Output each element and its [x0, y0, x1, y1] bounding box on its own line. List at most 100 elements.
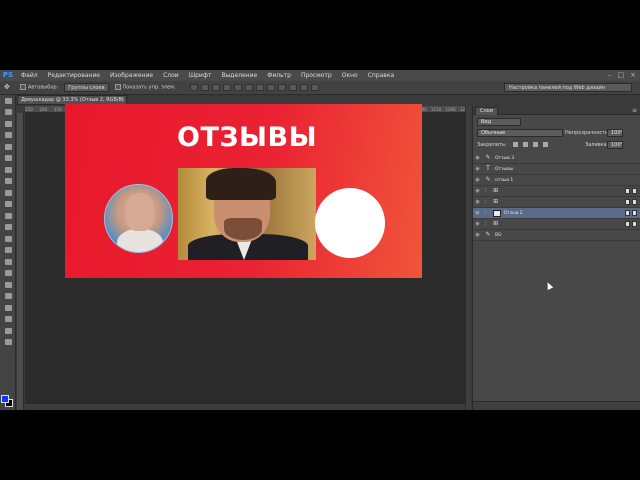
lock-transparency-icon[interactable] [513, 142, 518, 147]
workspace-dropdown[interactable]: Настройка панелей под Web дизайн [504, 83, 632, 92]
auto-select-dropdown[interactable]: Группы слоев [64, 83, 109, 92]
photo-hair [206, 168, 276, 200]
menu-edit[interactable]: Редактирование [43, 72, 105, 79]
opacity-input[interactable]: 100% [607, 129, 623, 137]
lock-all-icon[interactable] [543, 142, 548, 147]
eyedropper-tool-icon[interactable] [0, 153, 16, 165]
menu-layers[interactable]: Слои [158, 72, 184, 79]
lock-icons [513, 142, 548, 147]
move-tool-icon[interactable] [0, 95, 16, 107]
layer-mask-icons [625, 199, 637, 205]
stamp-tool-icon[interactable] [0, 187, 16, 199]
fill-input[interactable]: 100% [607, 141, 623, 149]
layers-tab[interactable]: Слои [475, 107, 498, 115]
review-avatar-left[interactable] [104, 184, 173, 253]
close-button[interactable]: × [630, 70, 636, 81]
menu-help[interactable]: Справка [363, 72, 399, 79]
auto-select-checkbox[interactable]: Автовыбор: [20, 84, 58, 91]
pen-tool-icon[interactable] [0, 256, 16, 268]
layers-panel-tabbar: Слои ≡ [473, 106, 640, 115]
lock-pixels-icon[interactable] [523, 142, 528, 147]
quick-select-tool-icon[interactable] [0, 130, 16, 142]
distribute-right-icon[interactable] [310, 84, 319, 91]
grid-icon: ⊞ [493, 198, 499, 205]
hand-tool-icon[interactable] [0, 302, 16, 314]
distribute-center-icon[interactable] [299, 84, 308, 91]
layer-thumbnail[interactable] [492, 209, 501, 217]
move-tool-icon[interactable]: ✥ [4, 83, 14, 92]
blend-mode-dropdown[interactable]: Обычные [477, 129, 563, 137]
layer-row[interactable]: ◉ ⁝ ⊞ [473, 186, 640, 197]
extra-tool-2-icon[interactable] [0, 337, 16, 349]
distribute-middle-icon[interactable] [266, 84, 275, 91]
menu-view[interactable]: Просмотр [296, 72, 337, 79]
layer-row[interactable]: ◉ T Отзывы [473, 164, 640, 175]
horizontal-scrollbar[interactable] [25, 403, 465, 410]
vertical-scrollbar[interactable] [465, 106, 471, 410]
history-brush-tool-icon[interactable] [0, 199, 16, 211]
lasso-tool-icon[interactable] [0, 118, 16, 130]
menu-file[interactable]: Файл [16, 72, 43, 79]
visibility-eye-icon[interactable]: ◉ [473, 232, 482, 238]
layer-row[interactable]: ◉ ✎ Отзыв 3 [473, 153, 640, 164]
visibility-eye-icon[interactable]: ◉ [473, 188, 482, 194]
zoom-tool-icon[interactable] [0, 314, 16, 326]
grid-icon: ⊞ [493, 220, 499, 227]
path-select-tool-icon[interactable] [0, 279, 16, 291]
distribute-left-icon[interactable] [288, 84, 297, 91]
layer-row[interactable]: ◉ ✎ BG [473, 230, 640, 241]
panel-menu-icon[interactable]: ≡ [632, 106, 637, 115]
visibility-eye-icon[interactable]: ◉ [473, 166, 482, 172]
visibility-eye-icon[interactable]: ◉ [473, 155, 482, 161]
menu-select[interactable]: Выделение [216, 72, 262, 79]
healing-tool-icon[interactable] [0, 164, 16, 176]
menu-type[interactable]: Шрифт [184, 72, 217, 79]
visibility-eye-icon[interactable]: ◉ [473, 199, 482, 205]
crop-tool-icon[interactable] [0, 141, 16, 153]
distribute-top-icon[interactable] [255, 84, 264, 91]
foreground-color-swatch[interactable] [1, 395, 9, 403]
lock-position-icon[interactable] [533, 142, 538, 147]
layer-mask-icons [625, 188, 637, 194]
visibility-eye-icon[interactable]: ◉ [473, 210, 482, 216]
type-tool-icon[interactable] [0, 268, 16, 280]
ruler-tick-label: 150 [54, 107, 62, 112]
layer-row[interactable]: ◉ ⁝ ⊞ [473, 197, 640, 208]
review-photo-center[interactable] [178, 168, 316, 260]
align-right-icon[interactable] [244, 84, 253, 91]
blur-tool-icon[interactable] [0, 233, 16, 245]
brush-tool-icon[interactable] [0, 176, 16, 188]
gradient-tool-icon[interactable] [0, 222, 16, 234]
distribute-bottom-icon[interactable] [277, 84, 286, 91]
layer-row[interactable]: ◉ ⁝ ⊞ [473, 219, 640, 230]
document-tab-close-button[interactable]: × [120, 96, 124, 104]
shape-tool-icon[interactable] [0, 291, 16, 303]
align-left-icon[interactable] [222, 84, 231, 91]
layer-row[interactable]: ◉ ✎ отзыв 1 [473, 175, 640, 186]
eraser-tool-icon[interactable] [0, 210, 16, 222]
layer-row[interactable]: ◉ ⁝ Отзыв 2 [473, 208, 640, 219]
banner-artwork[interactable]: ОТЗЫВЫ [65, 104, 422, 278]
menu-image[interactable]: Изображение [105, 72, 158, 79]
brush-icon: ✎ [485, 154, 491, 161]
minimize-button[interactable]: – [608, 70, 612, 81]
window-controls: – □ × [608, 70, 636, 81]
show-transform-checkbox[interactable]: Показать упр. элем. [114, 84, 176, 91]
align-top-icon[interactable] [189, 84, 198, 91]
maximize-button[interactable]: □ [618, 70, 625, 81]
align-center-icon[interactable] [233, 84, 242, 91]
menu-filter[interactable]: Фильтр [262, 72, 296, 79]
align-bottom-icon[interactable] [211, 84, 220, 91]
tools-panel [0, 95, 16, 410]
layer-filter-dropdown[interactable]: Вид [477, 118, 521, 126]
dodge-tool-icon[interactable] [0, 245, 16, 257]
menu-window[interactable]: Окно [337, 72, 363, 79]
banner-title: ОТЗЫВЫ [177, 122, 318, 153]
visibility-eye-icon[interactable]: ◉ [473, 177, 482, 183]
extra-tool-icon[interactable] [0, 325, 16, 337]
align-middle-icon[interactable] [200, 84, 209, 91]
review-circle-placeholder[interactable] [315, 188, 385, 258]
photoshop-window: PS Файл Редактирование Изображение Слои … [0, 70, 640, 410]
marquee-tool-icon[interactable] [0, 107, 16, 119]
visibility-eye-icon[interactable]: ◉ [473, 221, 482, 227]
